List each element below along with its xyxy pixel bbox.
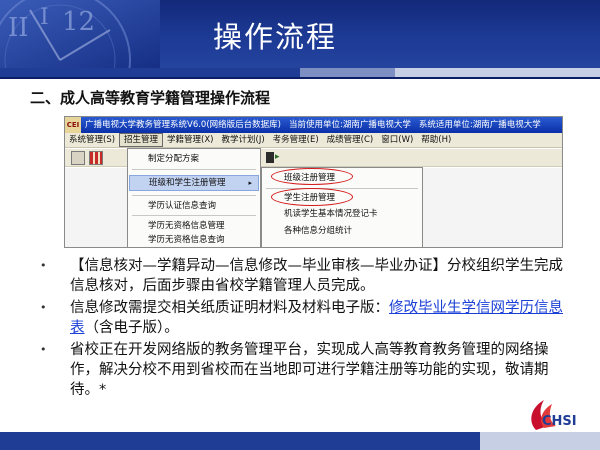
bullet-text: 【信息核对—学籍异动—信息修改—毕业审核—毕业办证】分校组织学生完成信息核对，后… bbox=[70, 258, 563, 294]
menu-item-class-student-registration[interactable]: 班级和学生注册管理 ▸ bbox=[129, 175, 259, 191]
slide-title: 操作流程 bbox=[212, 20, 337, 54]
footer-bar bbox=[0, 432, 600, 450]
toolbar-exit-arrow-icon: ▸ bbox=[275, 152, 280, 162]
bullet-dot-icon: • bbox=[40, 259, 47, 272]
highlight-oval-class-registration bbox=[271, 168, 353, 185]
app-window-screenshot: CEI 广播电视大学教务管理系统V6.0(网络版后台数据库) 当前使用单位:湖南… bbox=[64, 116, 563, 248]
svg-text:12: 12 bbox=[62, 7, 95, 37]
highlight-oval-student-registration bbox=[271, 188, 353, 206]
menu-teaching-plan[interactable]: 教学计划(J) bbox=[218, 133, 269, 147]
app-logo-icon: CEI bbox=[65, 117, 81, 133]
window-title-current-unit: 当前使用单位:湖南广播电视大学 bbox=[288, 120, 411, 130]
submenu-item-basic-info-card[interactable]: 机读学生基本情况登记卡 bbox=[284, 207, 378, 219]
svg-text:I: I bbox=[40, 5, 49, 30]
menu-grades[interactable]: 成绩管理(C) bbox=[323, 133, 378, 147]
submenu-item-group-statistics[interactable]: 各种信息分组统计 bbox=[284, 224, 352, 236]
window-title-main: 广播电视大学教务管理系统V6.0(网络版后台数据库) bbox=[85, 120, 281, 130]
header-stripe-dark bbox=[0, 68, 300, 77]
window-titlebar: CEI 广播电视大学教务管理系统V6.0(网络版后台数据库) 当前使用单位:湖南… bbox=[65, 117, 562, 133]
menu-window[interactable]: 窗口(W) bbox=[377, 133, 417, 147]
svg-text:II: II bbox=[8, 13, 29, 43]
bullet-list: • 【信息核对—学籍异动—信息修改—毕业审核—毕业办证】分校组织学生完成信息核对… bbox=[40, 256, 575, 402]
menu-bar: 系统管理(S) 招生管理 学籍管理(X) 教学计划(J) 考务管理(E) 成绩管… bbox=[65, 133, 562, 148]
menu-enrollment[interactable]: 招生管理 bbox=[119, 133, 164, 147]
toolbar-tool-icon[interactable] bbox=[71, 151, 85, 165]
footer-bar-light bbox=[480, 432, 600, 450]
toolbar-grid-icon[interactable] bbox=[89, 151, 103, 165]
menu-system[interactable]: 系统管理(S) bbox=[65, 133, 119, 147]
menu-item-unqualified-query[interactable]: 学历无资格信息查询 bbox=[148, 233, 225, 245]
header-banner: II I 12 操作流程 bbox=[0, 0, 600, 68]
menu-student-status[interactable]: 学籍管理(X) bbox=[163, 133, 217, 147]
bullet-info-verification: • 【信息核对—学籍异动—信息修改—毕业审核—毕业办证】分校组织学生完成信息核对… bbox=[40, 256, 575, 296]
submenu-arrow-icon: ▸ bbox=[248, 179, 252, 187]
bullet-text-suffix: （含电子版）。 bbox=[84, 320, 179, 336]
bullet-dot-icon: • bbox=[40, 343, 47, 356]
section-heading: 二、成人高等教育学籍管理操作流程 bbox=[30, 89, 271, 107]
menu-item-label: 班级和学生注册管理 bbox=[149, 178, 226, 188]
menu-help[interactable]: 帮助(H) bbox=[417, 133, 455, 147]
header-stripe-light bbox=[395, 68, 600, 77]
enrollment-dropdown-menu: 制定分配方案 班级和学生注册管理 ▸ 学历认证信息查询 学历无资格信息管理 学历… bbox=[127, 148, 261, 247]
bullet-online-platform: • 省校正在开发网络版的教务管理平台，实现成人高等教育教务管理的网络操作，解决分… bbox=[40, 340, 575, 400]
menu-separator bbox=[132, 195, 256, 196]
chsi-logo-text: CHSI bbox=[542, 414, 577, 429]
clock-decoration-icon: II I 12 bbox=[0, 0, 160, 68]
header-rule bbox=[0, 77, 600, 79]
bullet-text: 省校正在开发网络版的教务管理平台，实现成人高等教育教务管理的网络操作，解决分校不… bbox=[70, 342, 549, 398]
menu-item-allotment-plan[interactable]: 制定分配方案 bbox=[148, 152, 199, 164]
bullet-info-modification: • 信息修改需提交相关纸质证明材料及材料电子版：修改毕业生学信网学历信息表（含电… bbox=[40, 298, 575, 338]
window-title-applicable-unit: 系统适用单位:湖南广播电视大学 bbox=[418, 120, 541, 130]
menu-item-unqualified-manage[interactable]: 学历无资格信息管理 bbox=[148, 219, 225, 231]
menu-separator bbox=[132, 169, 256, 170]
header-stripe-mid bbox=[300, 68, 395, 77]
menu-exam[interactable]: 考务管理(E) bbox=[269, 133, 323, 147]
toolbar-exit-icon[interactable] bbox=[266, 152, 274, 163]
bullet-text: 信息修改需提交相关纸质证明材料及材料电子版： bbox=[70, 300, 389, 316]
bullet-dot-icon: • bbox=[40, 301, 47, 314]
menu-separator bbox=[132, 215, 256, 216]
menu-item-certificate-query[interactable]: 学历认证信息查询 bbox=[148, 199, 216, 211]
